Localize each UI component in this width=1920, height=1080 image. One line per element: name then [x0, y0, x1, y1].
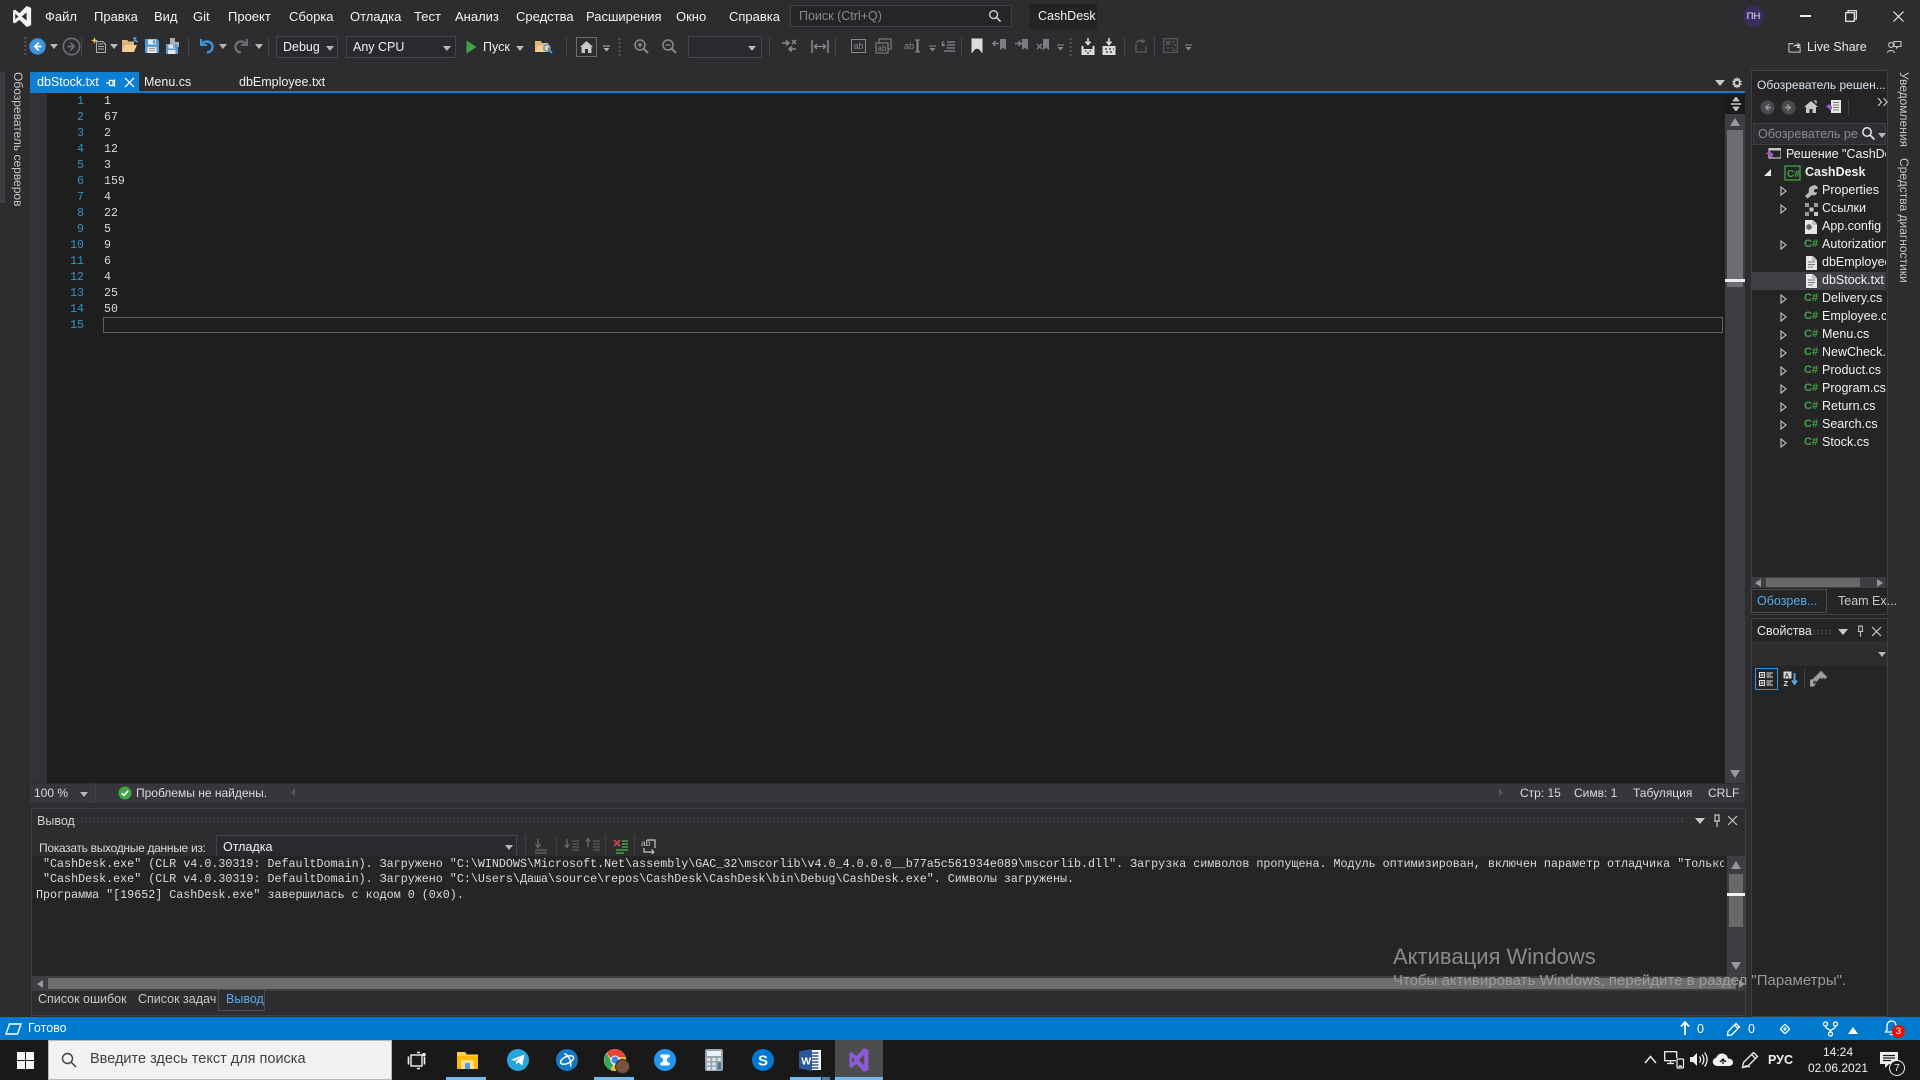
svg-text:ab: ab	[878, 44, 887, 53]
svg-text:ab: ab	[904, 41, 914, 51]
svg-text:S: S	[758, 1053, 768, 1070]
svg-text:ab: ab	[854, 41, 864, 51]
svg-text:C#: C#	[1787, 169, 1800, 180]
svg-text:W: W	[801, 1056, 811, 1068]
svg-text:Z: Z	[1784, 679, 1789, 687]
